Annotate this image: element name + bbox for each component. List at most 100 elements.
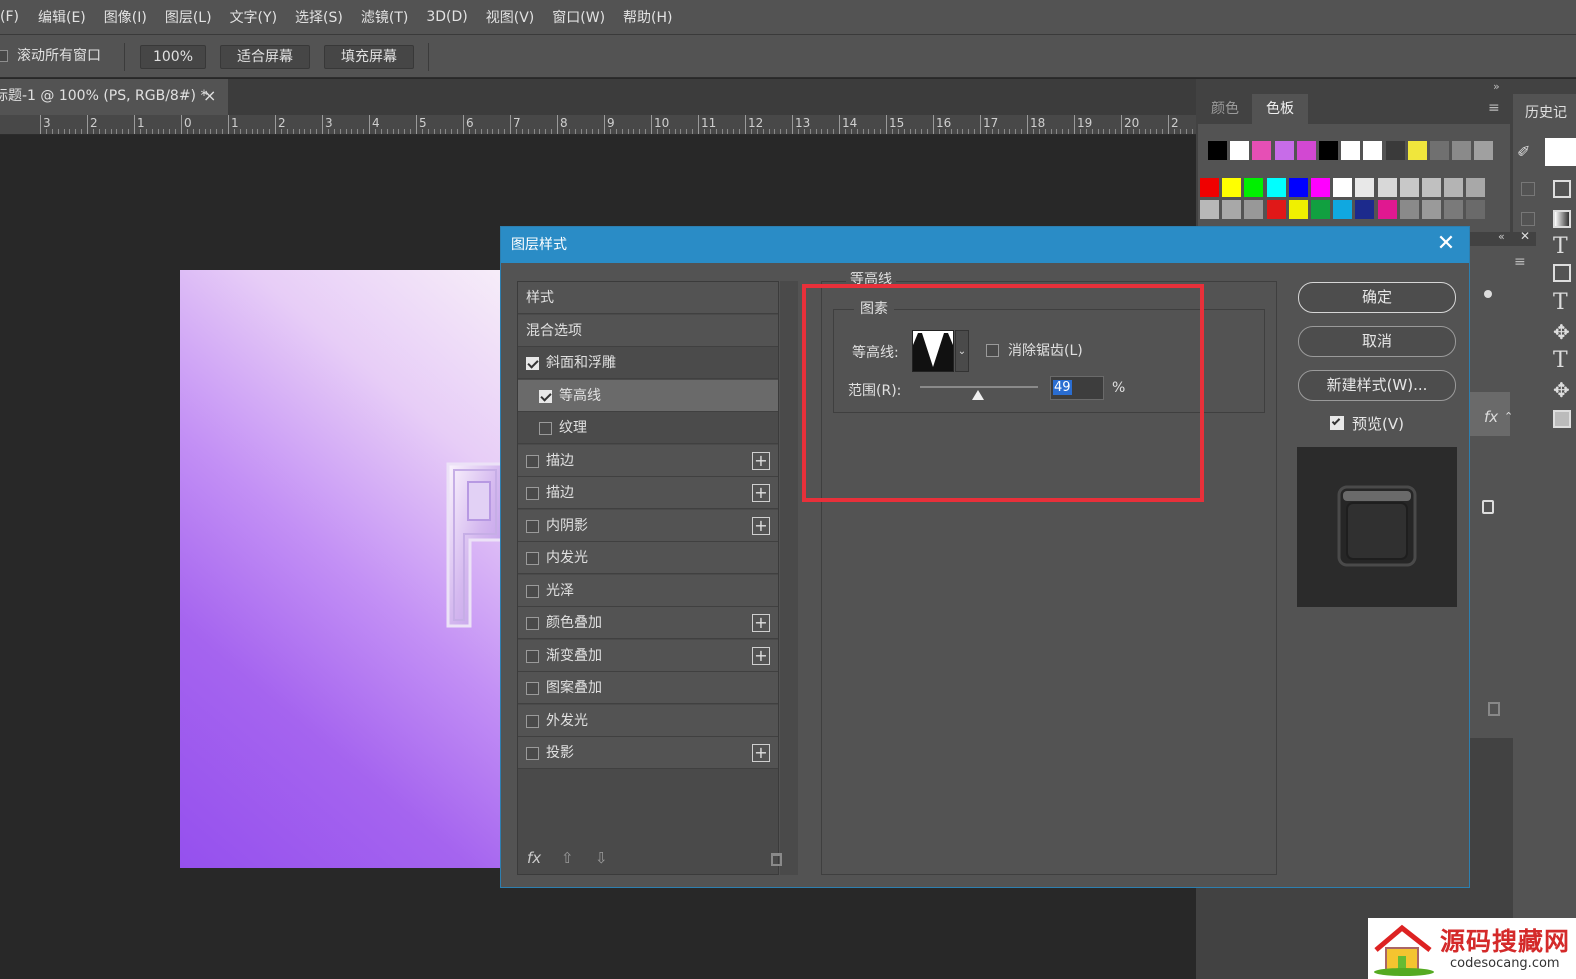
color-swatch[interactable]: [1311, 200, 1330, 219]
add-instance-icon[interactable]: +: [752, 516, 770, 535]
color-swatch[interactable]: [1430, 141, 1449, 160]
fill-screen-button[interactable]: 填充屏幕: [324, 45, 414, 69]
style-list-item[interactable]: 描边 +: [518, 477, 778, 509]
color-swatch[interactable]: [1222, 200, 1242, 219]
color-swatch[interactable]: [1363, 141, 1383, 160]
add-instance-icon[interactable]: +: [752, 484, 770, 502]
add-instance-icon[interactable]: +: [752, 614, 770, 632]
style-checkbox[interactable]: [526, 357, 539, 370]
add-instance-icon[interactable]: +: [752, 451, 770, 470]
style-checkbox[interactable]: [526, 714, 539, 728]
style-list-item[interactable]: 外发光: [518, 704, 778, 737]
history-panel-title[interactable]: 历史记: [1525, 102, 1567, 122]
style-list-item[interactable]: 内发光: [518, 542, 778, 574]
color-swatch[interactable]: [1355, 200, 1375, 219]
panel-menu-icon[interactable]: ≡: [1514, 254, 1526, 270]
color-swatch[interactable]: [1377, 200, 1397, 219]
color-swatch[interactable]: [1200, 200, 1219, 219]
style-checkbox[interactable]: [526, 552, 539, 565]
color-swatch[interactable]: [1385, 141, 1405, 160]
add-effect-icon[interactable]: fx: [527, 849, 541, 867]
color-swatch[interactable]: [1288, 178, 1308, 197]
menu-item[interactable]: 图层(L): [156, 7, 221, 27]
tab-color[interactable]: 颜色: [1198, 94, 1252, 124]
history-item-checkbox[interactable]: [1521, 212, 1535, 226]
style-list-item[interactable]: 图案叠加: [518, 672, 778, 704]
style-list-item[interactable]: 纹理: [518, 412, 778, 444]
history-item-checkbox[interactable]: [1521, 182, 1535, 196]
style-checkbox[interactable]: [526, 747, 539, 760]
style-list-item[interactable]: 混合选项: [518, 314, 778, 347]
style-list-item[interactable]: 渐变叠加 +: [518, 639, 778, 672]
snapshot-thumbnail[interactable]: [1545, 138, 1576, 166]
brush-history-icon[interactable]: ✐: [1517, 142, 1530, 161]
menu-item[interactable]: 窗口(W): [543, 7, 614, 27]
dialog-close-icon[interactable]: ✕: [1433, 231, 1459, 257]
color-swatch[interactable]: [1266, 178, 1286, 197]
menu-item[interactable]: 帮助(H): [614, 7, 681, 27]
color-swatch[interactable]: [1444, 200, 1464, 219]
scroll-all-checkbox[interactable]: [0, 50, 8, 62]
style-list-item[interactable]: 光泽: [518, 574, 778, 607]
new-style-button[interactable]: 新建样式(W)...: [1298, 370, 1456, 401]
trash-icon[interactable]: [1488, 702, 1500, 716]
menu-item[interactable]: (F): [0, 9, 29, 25]
collapse-icon[interactable]: «: [1498, 230, 1505, 243]
color-swatch[interactable]: [1466, 178, 1486, 197]
style-list-item[interactable]: 描边 +: [518, 444, 778, 477]
ok-button[interactable]: 确定: [1298, 282, 1456, 313]
menu-item[interactable]: 选择(S): [286, 7, 352, 27]
color-swatch[interactable]: [1200, 178, 1219, 197]
color-swatch[interactable]: [1208, 141, 1227, 160]
color-swatch[interactable]: [1341, 141, 1361, 160]
color-swatch[interactable]: [1266, 200, 1286, 219]
color-swatch[interactable]: [1333, 200, 1353, 219]
expand-effects-icon[interactable]: ⌃: [1504, 410, 1513, 423]
color-swatch[interactable]: [1452, 141, 1472, 160]
close-tab-icon[interactable]: ×: [203, 79, 216, 113]
color-swatch[interactable]: [1319, 141, 1338, 160]
color-swatch[interactable]: [1399, 200, 1419, 219]
layer-effects-icon[interactable]: fx: [1484, 408, 1498, 426]
style-checkbox[interactable]: [526, 682, 539, 695]
color-swatch[interactable]: [1444, 178, 1464, 197]
move-up-icon[interactable]: ⇧: [561, 849, 574, 867]
tab-swatches[interactable]: 色板: [1254, 94, 1306, 124]
style-list-scrollbar[interactable]: [780, 281, 798, 875]
color-swatch[interactable]: [1399, 178, 1419, 197]
document-tab[interactable]: 标题-1 @ 100% (PS, RGB/8#) * ×: [0, 79, 228, 115]
style-list-item[interactable]: 样式: [518, 282, 778, 314]
menu-item[interactable]: 视图(V): [477, 7, 544, 27]
style-checkbox[interactable]: [526, 519, 539, 533]
style-list-item[interactable]: 斜面和浮雕: [518, 347, 778, 379]
menu-item[interactable]: 3D(D): [417, 9, 476, 25]
style-list-item[interactable]: 等高线: [518, 379, 778, 412]
color-swatch[interactable]: [1274, 141, 1294, 160]
add-instance-icon[interactable]: +: [752, 646, 770, 665]
move-down-icon[interactable]: ⇩: [595, 849, 608, 867]
color-swatch[interactable]: [1288, 200, 1308, 219]
fit-screen-button[interactable]: 适合屏幕: [220, 45, 310, 69]
cancel-button[interactable]: 取消: [1298, 326, 1456, 357]
color-swatch[interactable]: [1407, 141, 1427, 160]
style-checkbox[interactable]: [526, 584, 539, 598]
color-swatch[interactable]: [1422, 178, 1441, 197]
color-swatch[interactable]: [1422, 200, 1441, 219]
style-checkbox[interactable]: [526, 454, 539, 468]
preview-checkbox[interactable]: [1330, 416, 1344, 430]
color-swatch[interactable]: [1296, 141, 1316, 160]
lock-icon[interactable]: [1482, 500, 1494, 514]
style-list-item[interactable]: 内阴影 +: [518, 509, 778, 542]
style-list-item[interactable]: 颜色叠加 +: [518, 607, 778, 639]
menu-item[interactable]: 编辑(E): [29, 7, 95, 27]
style-list-item[interactable]: 投影 +: [518, 737, 778, 769]
color-swatch[interactable]: [1333, 178, 1353, 197]
color-swatch[interactable]: [1230, 141, 1250, 160]
visibility-dot-icon[interactable]: [1484, 290, 1492, 298]
delete-effect-icon[interactable]: [771, 853, 782, 866]
style-checkbox[interactable]: [526, 617, 539, 630]
color-swatch[interactable]: [1377, 178, 1397, 197]
style-checkbox[interactable]: [539, 422, 552, 435]
menu-item[interactable]: 图像(I): [95, 7, 156, 27]
style-checkbox[interactable]: [539, 389, 552, 403]
